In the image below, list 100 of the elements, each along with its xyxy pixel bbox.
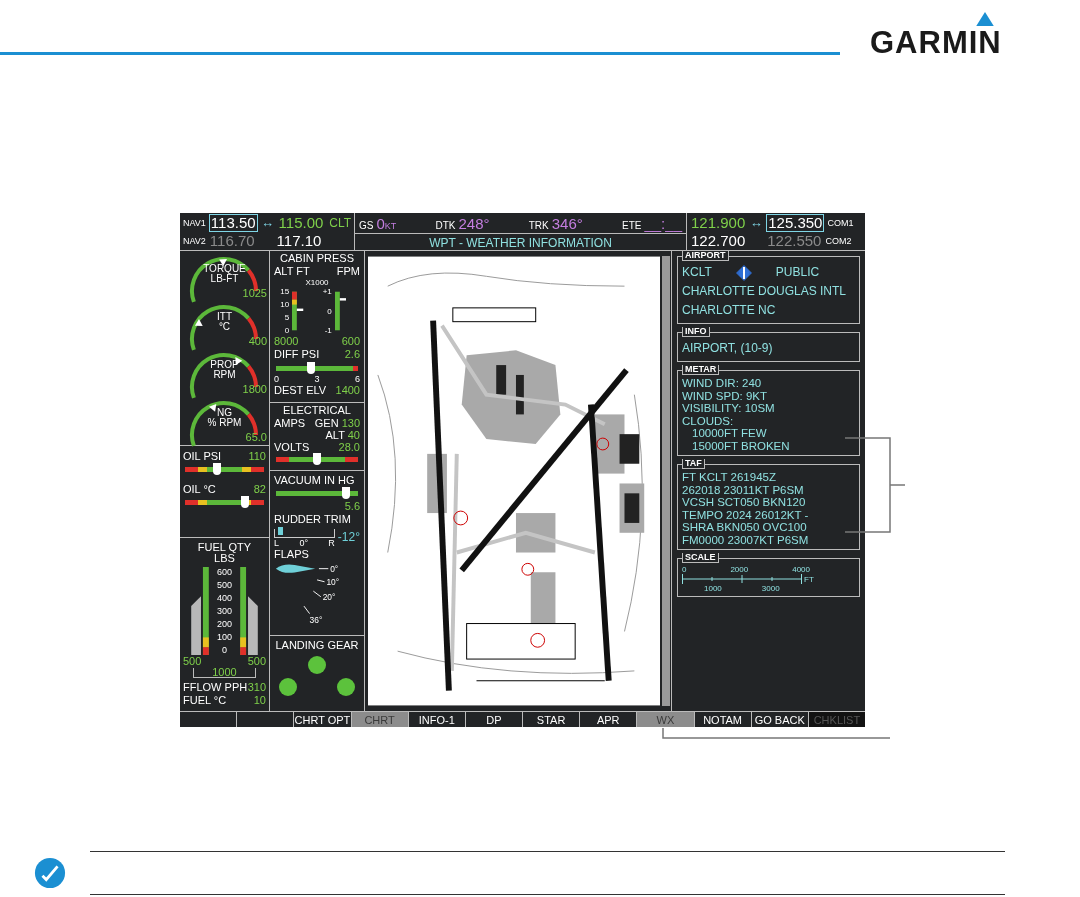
softkey[interactable]: WX: [637, 712, 694, 727]
softkey[interactable]: APR: [580, 712, 637, 727]
fuel-value: 500: [247, 655, 266, 668]
frequency: 122.550: [766, 232, 823, 249]
frequency: 122.700: [690, 232, 747, 249]
gauge-value: 110: [248, 450, 266, 464]
scale-label: -1: [323, 326, 332, 335]
section-title: ELECTRICAL: [282, 404, 352, 417]
scroll-bar[interactable]: [662, 256, 670, 706]
scale-label: 300: [217, 606, 232, 616]
gauge-value: 5.6: [344, 500, 360, 513]
gauge-label: NG % RPM: [207, 408, 242, 429]
section-title: LANDING GEAR: [274, 639, 360, 652]
softkey[interactable]: STAR: [523, 712, 580, 727]
softkey[interactable]: GO BACK: [751, 712, 808, 727]
scale-label: 500: [217, 580, 232, 590]
flap-mark: 10°: [326, 577, 340, 588]
scale-label: 3000: [761, 584, 780, 593]
panel-title: METAR: [682, 365, 720, 375]
gauge-value: 1800: [242, 383, 267, 396]
scale-label: 0: [283, 326, 290, 335]
gauge-value: 400: [248, 335, 267, 348]
scale-label: 1000: [704, 584, 722, 593]
field-label: TRK: [528, 219, 549, 231]
panel-title: AIRPORT: [682, 251, 729, 261]
scale-label: L: [274, 538, 279, 548]
softkey[interactable]: DP: [465, 712, 522, 727]
gauge-label: GEN: [314, 417, 339, 429]
metar-line: VISIBILITY: 10SM: [682, 402, 776, 415]
softkey[interactable]: CHRT: [351, 712, 408, 727]
gauge-value: 310: [247, 681, 266, 694]
airport-icon: [735, 264, 752, 281]
airport-city: CHARLOTTE NC: [682, 302, 777, 319]
gauge-label: DIFF PSI: [274, 348, 320, 361]
taf-line: FT KCLT 261945Z: [682, 471, 777, 484]
scale-label: 0: [221, 645, 228, 655]
metar-line: WIND DIR: 240: [682, 377, 763, 390]
gauge-value: 1025: [242, 287, 267, 300]
triangle-icon: [975, 12, 994, 26]
gauge-value: 10: [253, 694, 266, 707]
gauge-label: OIL PSI: [183, 450, 222, 464]
taf-line: 262018 23011KT P6SM: [682, 483, 805, 496]
taf-line: FM0000 23007KT P6SM: [682, 533, 810, 546]
cloud-layer: 10000FT FEW: [691, 427, 768, 440]
gauge-label: RUDDER TRIM: [274, 513, 351, 526]
taf-line: TEMPO 2024 26012KT -: [682, 508, 810, 521]
scale-label: 0: [274, 374, 279, 384]
gear-down-icon: [337, 678, 355, 696]
gear-down-icon: [308, 656, 326, 674]
scale-label: 15: [279, 287, 290, 296]
scale-label: 0: [682, 565, 687, 574]
softkey[interactable]: CHRT OPT: [294, 712, 351, 727]
frequency: 117.10: [275, 232, 323, 249]
airport-name: CHARLOTTE DOUGLAS INTL: [682, 283, 848, 300]
frequency: 121.900: [690, 214, 747, 231]
radio-label: COM2: [825, 235, 852, 246]
station-ident: CLT: [329, 215, 351, 230]
gauge-label: OIL °C: [183, 483, 216, 497]
trim-value: -12°: [337, 530, 360, 544]
airport-ident: KCLT: [682, 264, 712, 281]
softkey[interactable]: [237, 712, 294, 727]
softkey[interactable]: NOTAM: [694, 712, 751, 727]
frequency: 113.50: [208, 213, 258, 232]
taf-line: VCSH SCT050 BKN120: [682, 496, 807, 509]
gauge-value: 28.0: [338, 441, 360, 453]
flap-mark: 36°: [309, 614, 323, 625]
gauge-label: PROP RPM: [210, 360, 239, 381]
fuel-value: 500: [183, 655, 202, 668]
airport-use: PUBLIC: [775, 264, 820, 281]
scale-label: 600: [217, 567, 232, 577]
scale-label: 10: [279, 300, 290, 309]
scale-unit: FT: [804, 574, 814, 584]
trim-scale: [274, 529, 335, 538]
frequency: 115.00: [277, 214, 325, 231]
flap-mark: 0°: [330, 564, 339, 575]
scale-label: 400: [217, 593, 232, 603]
gauge-value: 2.6: [344, 348, 360, 361]
metar-line: WIND SPD: 9KT: [682, 389, 768, 402]
brand-logo: GARMIN: [870, 12, 1002, 60]
softkey[interactable]: [180, 712, 237, 727]
gauge-value: 600: [341, 335, 360, 348]
gauge-label: ALT: [325, 429, 345, 441]
gauge-label: ALT FT: [274, 265, 310, 278]
scale-label: X1000: [304, 278, 330, 287]
gauge-value: 1400: [335, 384, 360, 397]
scale-label: 0°: [299, 538, 308, 548]
radio-label: COM1: [827, 217, 854, 228]
gauge-label: DEST ELV: [274, 384, 327, 397]
scale-label: 2000: [730, 565, 749, 574]
gauge-label: FPM: [336, 265, 360, 278]
panel-title: TAF: [682, 459, 705, 469]
fuel-total: 1000: [212, 666, 237, 678]
panel-title: INFO: [682, 327, 710, 337]
panel-title: SCALE: [682, 553, 719, 563]
gauge-label: VOLTS: [274, 441, 310, 453]
scale-label: 4000: [792, 565, 810, 574]
gauge-label: FUEL °C: [183, 694, 227, 707]
gauge-value: 65.0: [245, 431, 267, 444]
field-label: DTK: [435, 219, 456, 231]
softkey[interactable]: INFO-1: [408, 712, 465, 727]
